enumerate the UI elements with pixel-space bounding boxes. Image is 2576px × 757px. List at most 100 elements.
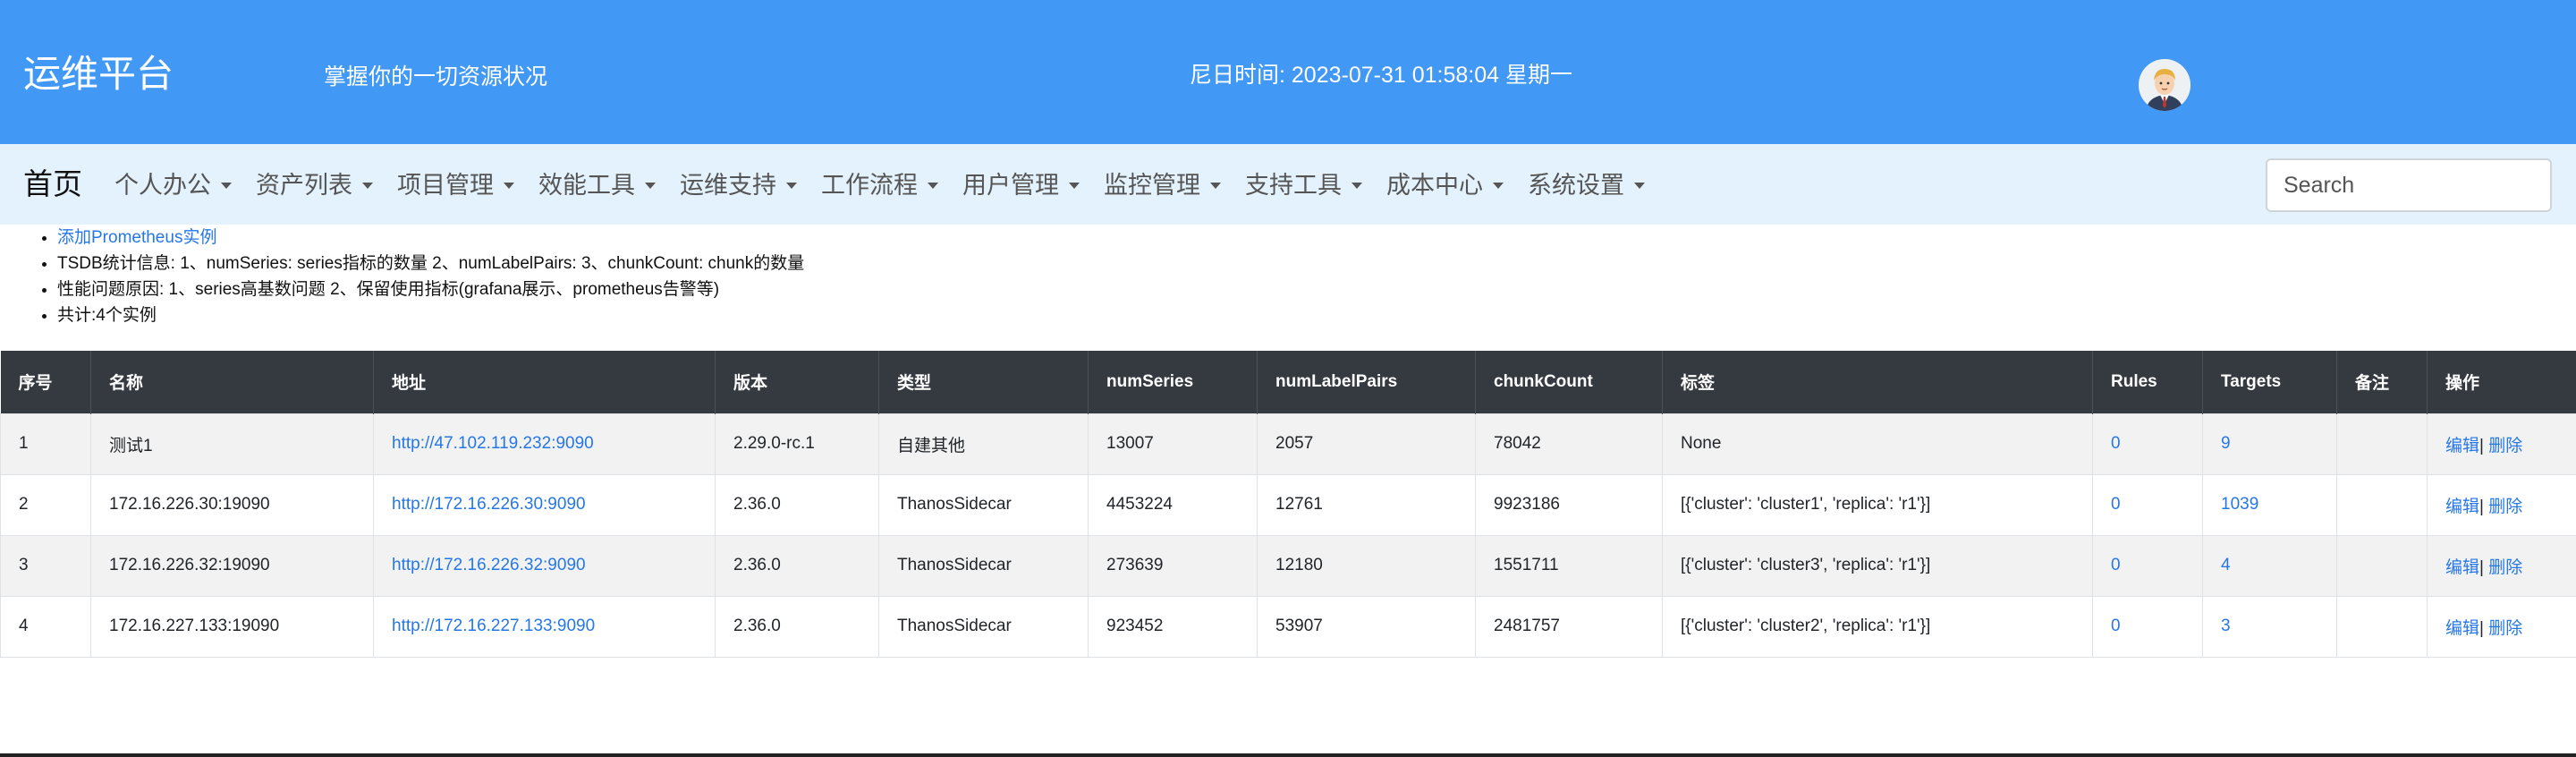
cell-rules: 0 [2092,473,2203,536]
top-header: 运维平台 掌握你的一切资源状况 尼日时间: 2023-07-31 01:58:0… [0,0,2576,144]
cell-actions: 编辑| 删除 [2427,413,2576,475]
edit-link[interactable]: 编辑 [2445,437,2479,455]
cell-index: 2 [0,473,91,536]
edit-link[interactable]: 编辑 [2445,558,2479,577]
table-row: 1 测试1 http://47.102.119.232:9090 2.29.0-… [0,413,2576,475]
cell-version: 2.36.0 [715,473,879,536]
action-separator: | [2479,557,2484,577]
cell-type: ThanosSidecar [878,534,1089,597]
column-header: 序号 [0,351,91,413]
rules-link[interactable]: 0 [2111,434,2121,453]
cell-num-series: 4453224 [1088,473,1258,536]
nav-item-label: 资产列表 [256,172,352,199]
bottom-divider [0,753,2576,757]
cell-num-series: 273639 [1088,534,1258,597]
targets-link[interactable]: 3 [2221,617,2231,635]
nav-item-personal-office[interactable]: 个人办公 [114,171,232,200]
nav-item-label: 项目管理 [397,172,494,199]
table-row: 3 172.16.226.32:19090 http://172.16.226.… [0,534,2576,597]
targets-link[interactable]: 4 [2221,556,2231,574]
nav-item-label: 支持工具 [1245,172,1342,199]
targets-link[interactable]: 9 [2221,434,2231,453]
add-prometheus-link[interactable]: 添加Prometheus实例 [57,228,216,247]
edit-link[interactable]: 编辑 [2445,619,2479,638]
nav-item-ops-support[interactable]: 运维支持 [680,171,797,200]
cell-address: http://172.16.226.32:9090 [373,534,716,597]
cell-labels: [{'cluster': 'cluster3', 'replica': 'r1'… [1662,534,2093,597]
cell-targets: 3 [2202,595,2337,658]
nav-item-support-tools[interactable]: 支持工具 [1245,171,1362,200]
column-header: 地址 [373,351,716,413]
delete-link[interactable]: 删除 [2488,558,2522,577]
caret-down-icon [362,182,373,189]
caret-down-icon [1069,182,1080,189]
cell-actions: 编辑| 删除 [2427,473,2576,536]
address-link[interactable]: http://172.16.226.30:9090 [392,495,586,514]
column-header: chunkCount [1475,351,1663,413]
cell-num-series: 923452 [1088,595,1258,658]
nav-item-label: 效能工具 [538,172,635,199]
cell-name: 测试1 [90,413,374,475]
cell-version: 2.29.0-rc.1 [715,413,879,475]
cell-note [2336,473,2428,536]
action-separator: | [2479,497,2484,516]
delete-link[interactable]: 删除 [2488,437,2522,455]
nav-item-system-settings[interactable]: 系统设置 [1528,171,1645,200]
targets-link[interactable]: 1039 [2221,495,2258,514]
nav-item-workflow[interactable]: 工作流程 [821,171,938,200]
address-link[interactable]: http://172.16.227.133:9090 [392,617,595,635]
cell-num-label-pairs: 12180 [1257,534,1476,597]
column-header: 版本 [715,351,879,413]
list-item: 添加Prometheus实例 [57,225,804,251]
column-header: numSeries [1088,351,1258,413]
cell-index: 3 [0,534,91,597]
nav-item-label: 工作流程 [821,172,918,199]
caret-down-icon [1210,182,1221,189]
nav-item-cost-center[interactable]: 成本中心 [1386,171,1504,200]
brand-title[interactable]: 运维平台 [23,52,174,97]
cell-address: http://172.16.227.133:9090 [373,595,716,658]
address-link[interactable]: http://47.102.119.232:9090 [392,434,594,453]
cell-targets: 4 [2202,534,2337,597]
edit-link[interactable]: 编辑 [2445,498,2479,516]
caret-down-icon [1493,182,1504,189]
cell-rules: 0 [2092,413,2203,475]
cell-num-label-pairs: 12761 [1257,473,1476,536]
cell-type: ThanosSidecar [878,595,1089,658]
rules-link[interactable]: 0 [2111,495,2121,514]
cell-num-label-pairs: 2057 [1257,413,1476,475]
cell-rules: 0 [2092,534,2203,597]
nav-home[interactable]: 首页 [23,166,82,203]
nav-item-efficiency-tools[interactable]: 效能工具 [538,171,656,200]
delete-link[interactable]: 删除 [2488,619,2522,638]
nav-item-monitoring[interactable]: 监控管理 [1104,171,1221,200]
nav-menu: 个人办公 资产列表 项目管理 效能工具 运维支持 工作流程 用户管理 监控管理 … [114,171,1669,200]
rules-link[interactable]: 0 [2111,617,2121,635]
address-link[interactable]: http://172.16.226.32:9090 [392,556,586,574]
cell-name: 172.16.227.133:19090 [90,595,374,658]
nav-item-user-management[interactable]: 用户管理 [962,171,1080,200]
nav-item-asset-list[interactable]: 资产列表 [256,171,373,200]
cell-chunk-count: 78042 [1475,413,1663,475]
cell-chunk-count: 9923186 [1475,473,1663,536]
delete-link[interactable]: 删除 [2488,498,2522,516]
table-header-row: 序号 名称 地址 版本 类型 numSeries numLabelPairs c… [0,351,2576,413]
nav-item-label: 用户管理 [962,172,1059,199]
nav-item-label: 成本中心 [1386,172,1483,199]
main-navbar: 首页 个人办公 资产列表 项目管理 效能工具 运维支持 工作流程 用户管理 监控… [0,144,2576,225]
user-avatar-icon[interactable] [2139,59,2190,111]
cell-note [2336,534,2428,597]
prometheus-table: 序号 名称 地址 版本 类型 numSeries numLabelPairs c… [0,351,2576,658]
action-separator: | [2479,618,2484,638]
cell-targets: 1039 [2202,473,2337,536]
list-item: 共计:4个实例 [57,302,804,328]
nav-item-project-management[interactable]: 项目管理 [397,171,514,200]
cell-version: 2.36.0 [715,595,879,658]
search-input[interactable] [2266,158,2552,212]
cell-index: 4 [0,595,91,658]
nav-item-label: 监控管理 [1104,172,1200,199]
rules-link[interactable]: 0 [2111,556,2121,574]
cell-note [2336,595,2428,658]
column-header: Targets [2202,351,2337,413]
cell-rules: 0 [2092,595,2203,658]
